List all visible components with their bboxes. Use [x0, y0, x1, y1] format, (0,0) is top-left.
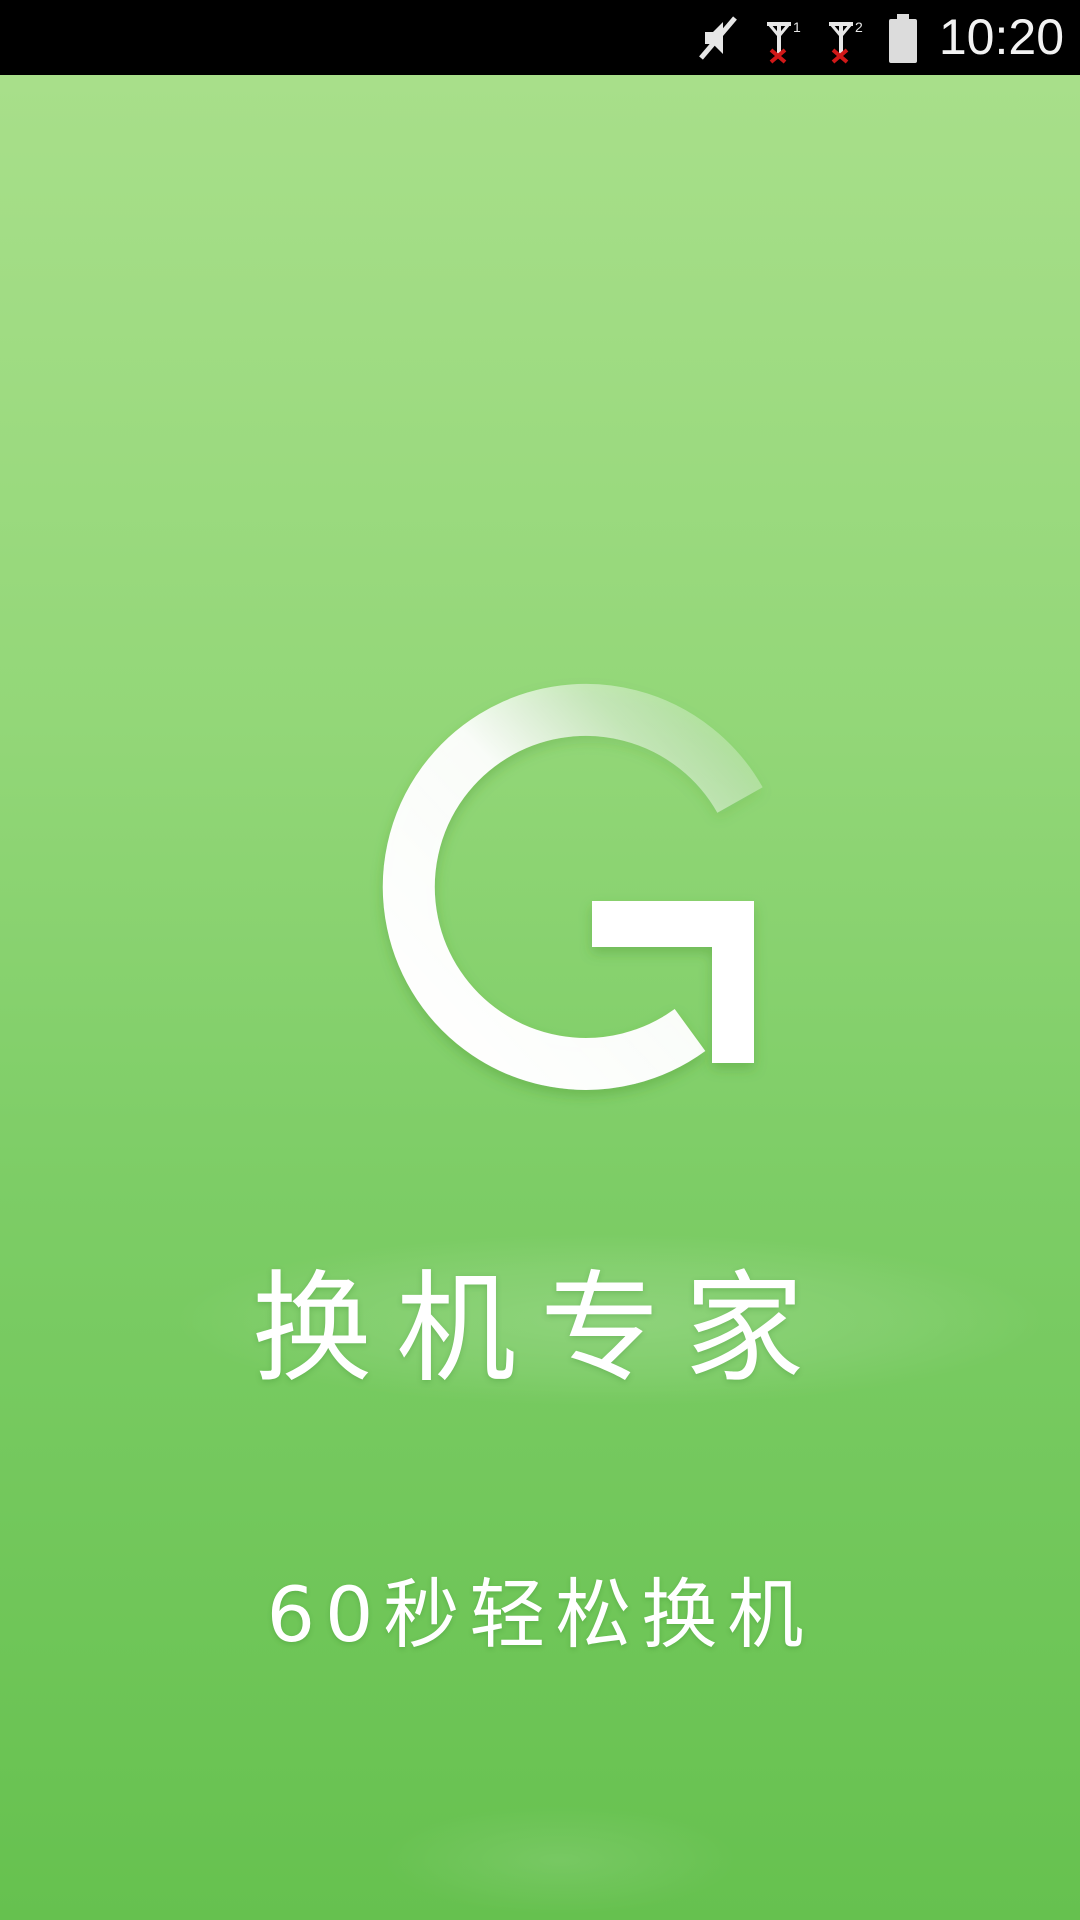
mute-icon — [698, 15, 737, 60]
app-title: 换机专家 — [252, 1260, 828, 1399]
sim2-label: 2 — [855, 19, 863, 35]
status-bar: 1 2 10:20 — [0, 0, 1080, 75]
bottom-glow — [380, 1805, 740, 1915]
splash-screen: 换机专家 60秒轻松换机 — [0, 75, 1080, 1920]
battery-icon — [888, 13, 917, 63]
refresh-arrow-logo-icon — [382, 683, 763, 1090]
status-icons: 1 2 10:20 — [695, 0, 1064, 75]
sim1-label: 1 — [793, 19, 801, 35]
status-time: 10:20 — [938, 9, 1064, 65]
sim1-no-signal-icon: 1 — [766, 19, 801, 64]
app-slogan: 60秒轻松换机 — [266, 1570, 814, 1659]
sim2-no-signal-icon: 2 — [828, 19, 863, 64]
